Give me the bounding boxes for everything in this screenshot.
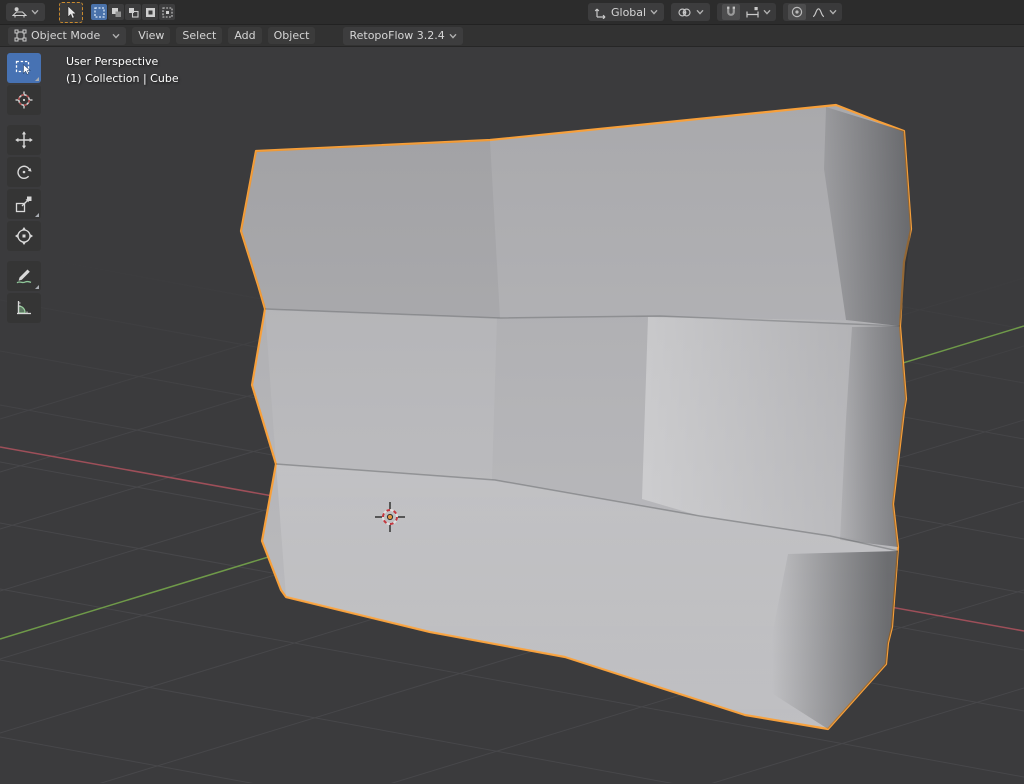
blender-window: Global xyxy=(0,0,1024,784)
snap-target-icon xyxy=(745,6,760,19)
select-mode-extend-button[interactable] xyxy=(108,4,124,20)
tool-select-box-button[interactable] xyxy=(7,53,41,83)
snap-group xyxy=(717,3,776,21)
annotate-pencil-icon xyxy=(14,266,34,286)
active-tool-indicator[interactable] xyxy=(59,2,83,23)
proportional-circle-icon xyxy=(790,5,804,19)
cube-object[interactable] xyxy=(241,105,911,729)
chevron-down-icon xyxy=(650,9,658,15)
select-subtract-icon xyxy=(128,7,139,18)
chevron-down-icon xyxy=(696,9,704,15)
retopoflow-label: RetopoFlow 3.2.4 xyxy=(349,30,444,41)
tool-transform-button[interactable] xyxy=(7,221,41,251)
select-mode-group xyxy=(91,4,175,20)
pivot-point-icon xyxy=(677,6,692,19)
viewport-canvas[interactable]: User Perspective (1) Collection | Cube xyxy=(0,47,1024,783)
context-label: (1) Collection | Cube xyxy=(66,70,179,87)
tool-rotate-button[interactable] xyxy=(7,157,41,187)
topbar: Global xyxy=(0,0,1024,25)
editor-3d-viewport-icon xyxy=(12,6,27,19)
select-intersect-icon xyxy=(162,7,173,18)
object-mode-icon xyxy=(14,29,27,42)
scale-icon xyxy=(14,194,34,214)
retopoflow-menu[interactable]: RetopoFlow 3.2.4 xyxy=(343,27,462,45)
mode-label: Object Mode xyxy=(31,30,100,41)
select-mode-new-button[interactable] xyxy=(91,4,107,20)
mode-dropdown[interactable]: Object Mode xyxy=(8,27,126,45)
select-box-cursor-icon xyxy=(64,5,78,20)
chevron-down-icon xyxy=(112,33,120,39)
view-label: User Perspective xyxy=(66,53,179,70)
select-mode-intersect-button[interactable] xyxy=(159,4,175,20)
viewport-overlay-text: User Perspective (1) Collection | Cube xyxy=(66,53,179,87)
pivot-point-dropdown[interactable] xyxy=(671,3,710,21)
select-invert-icon xyxy=(145,7,156,18)
orientation-axes-icon xyxy=(594,6,607,19)
tool-scale-button[interactable] xyxy=(7,189,41,219)
falloff-curve-icon xyxy=(811,6,826,19)
tool-move-button[interactable] xyxy=(7,125,41,155)
transform-controls: Global xyxy=(588,3,842,21)
menu-object[interactable]: Object xyxy=(268,27,316,44)
select-extend-icon xyxy=(111,7,122,18)
snap-toggle[interactable] xyxy=(722,4,740,20)
menu-view[interactable]: View xyxy=(132,27,170,44)
orientation-dropdown[interactable]: Global xyxy=(588,3,664,21)
tool-cursor-button[interactable] xyxy=(7,85,41,115)
select-mode-invert-button[interactable] xyxy=(142,4,158,20)
orientation-label: Global xyxy=(611,7,646,18)
scene xyxy=(0,47,1024,783)
rotate-icon xyxy=(14,162,34,182)
transform-icon xyxy=(14,226,34,246)
menu-select[interactable]: Select xyxy=(176,27,222,44)
chevron-down-icon xyxy=(829,9,837,15)
select-mode-subtract-button[interactable] xyxy=(125,4,141,20)
measure-icon xyxy=(14,298,34,318)
select-box-icon xyxy=(14,58,34,78)
snap-settings-dropdown[interactable] xyxy=(745,6,771,19)
falloff-dropdown[interactable] xyxy=(811,6,837,19)
proportional-toggle[interactable] xyxy=(788,4,806,20)
viewport-header: Object Mode View Select Add Object Retop… xyxy=(0,25,1024,47)
chevron-down-icon xyxy=(763,9,771,15)
chevron-down-icon xyxy=(31,9,39,15)
tool-measure-button[interactable] xyxy=(7,293,41,323)
select-new-icon xyxy=(94,7,105,18)
toolbar xyxy=(7,53,41,325)
cursor-tool-icon xyxy=(14,90,34,110)
move-icon xyxy=(14,130,34,150)
magnet-icon xyxy=(724,5,738,19)
menu-add[interactable]: Add xyxy=(228,27,261,44)
chevron-down-icon xyxy=(449,33,457,39)
proportional-group xyxy=(783,3,842,21)
tool-annotate-button[interactable] xyxy=(7,261,41,291)
editor-type-button[interactable] xyxy=(6,3,45,21)
